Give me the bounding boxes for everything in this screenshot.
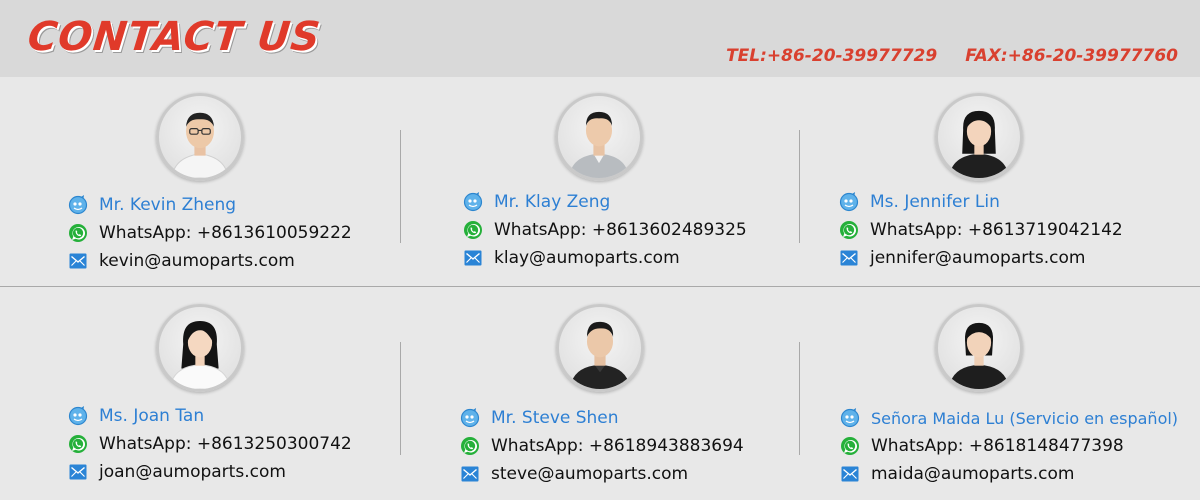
whatsapp-number[interactable]: WhatsApp: +8613602489325 — [494, 220, 747, 240]
phone-fax-line: TEL:+86-20-39977729 FAX:+86-20-39977760 — [726, 46, 1178, 66]
avatar-portrait — [570, 321, 630, 389]
header-bar: CONTACT US TEL:+86-20-39977729 FAX:+86-20… — [0, 0, 1200, 77]
whatsapp-number[interactable]: WhatsApp: +8618943883694 — [491, 436, 744, 456]
avatar — [555, 93, 643, 181]
email-row[interactable]: klay@aumoparts.com — [463, 248, 680, 268]
whatsapp-row[interactable]: WhatsApp: +8618148477398 — [840, 436, 1124, 456]
whatsapp-row[interactable]: WhatsApp: +8613610059222 — [68, 223, 352, 243]
row-divider — [0, 286, 1200, 287]
avatar-portrait — [949, 322, 1009, 389]
column-divider — [799, 342, 800, 455]
email-row[interactable]: jennifer@aumoparts.com — [839, 248, 1085, 268]
avatar-portrait — [569, 111, 629, 178]
avatar — [935, 93, 1023, 181]
contact-name-row: Mr. Klay Zeng — [463, 192, 610, 212]
avatar — [935, 304, 1023, 392]
envelope-icon — [460, 464, 480, 484]
page-title: CONTACT US — [25, 14, 324, 60]
email-row[interactable]: kevin@aumoparts.com — [68, 251, 295, 271]
whatsapp-row[interactable]: WhatsApp: +8613719042142 — [839, 220, 1123, 240]
contact-name: Mr. Steve Shen — [491, 408, 619, 428]
avatar-portrait — [169, 320, 231, 389]
whatsapp-row[interactable]: WhatsApp: +8618943883694 — [460, 436, 744, 456]
avatar — [556, 304, 644, 392]
tel-number: TEL:+86-20-39977729 — [726, 46, 938, 66]
whatsapp-row[interactable]: WhatsApp: +8613602489325 — [463, 220, 747, 240]
contact-name-row: Mr. Steve Shen — [460, 408, 619, 428]
avatar-portrait — [949, 110, 1009, 178]
email-address[interactable]: maida@aumoparts.com — [871, 464, 1075, 484]
avatar — [156, 93, 244, 181]
envelope-icon — [840, 464, 860, 484]
whatsapp-number[interactable]: WhatsApp: +8613250300742 — [99, 434, 352, 454]
whatsapp-icon — [68, 223, 88, 243]
email-row[interactable]: steve@aumoparts.com — [460, 464, 688, 484]
email-row[interactable]: maida@aumoparts.com — [840, 464, 1075, 484]
contact-name: Mr. Kevin Zheng — [99, 195, 237, 215]
contact-name: Señora Maida Lu (Servicio en español) — [871, 408, 1179, 428]
contact-name: Mr. Klay Zeng — [494, 192, 611, 212]
whatsapp-number[interactable]: WhatsApp: +8613719042142 — [870, 220, 1123, 240]
chat-bubble-icon — [68, 406, 88, 426]
contact-name-row: Ms. Joan Tan — [68, 406, 204, 426]
fax-number: FAX:+86-20-39977760 — [965, 46, 1178, 66]
whatsapp-number[interactable]: WhatsApp: +8618148477398 — [871, 436, 1124, 456]
chat-bubble-icon — [840, 408, 860, 428]
email-address[interactable]: klay@aumoparts.com — [494, 248, 680, 268]
email-row[interactable]: joan@aumoparts.com — [68, 462, 286, 482]
whatsapp-icon — [839, 220, 859, 240]
contact-name: Ms. Joan Tan — [99, 406, 205, 426]
envelope-icon — [68, 251, 88, 271]
avatar-portrait — [171, 112, 229, 178]
column-divider — [799, 130, 800, 243]
whatsapp-icon — [68, 434, 88, 454]
contact-name-row: Señora Maida Lu (Servicio en español) — [840, 408, 1178, 428]
whatsapp-row[interactable]: WhatsApp: +8613250300742 — [68, 434, 352, 454]
email-address[interactable]: steve@aumoparts.com — [491, 464, 688, 484]
whatsapp-icon — [840, 436, 860, 456]
whatsapp-icon — [463, 220, 483, 240]
whatsapp-number[interactable]: WhatsApp: +8613610059222 — [99, 223, 352, 243]
email-address[interactable]: kevin@aumoparts.com — [99, 251, 295, 271]
column-divider — [400, 342, 401, 455]
whatsapp-icon — [460, 436, 480, 456]
envelope-icon — [839, 248, 859, 268]
contact-name: Ms. Jennifer Lin — [870, 192, 1000, 212]
email-address[interactable]: jennifer@aumoparts.com — [870, 248, 1085, 268]
chat-bubble-icon — [839, 192, 859, 212]
chat-bubble-icon — [460, 408, 480, 428]
email-address[interactable]: joan@aumoparts.com — [99, 462, 286, 482]
envelope-icon — [68, 462, 88, 482]
column-divider — [400, 130, 401, 243]
chat-bubble-icon — [68, 195, 88, 215]
contact-name-row: Mr. Kevin Zheng — [68, 195, 236, 215]
envelope-icon — [463, 248, 483, 268]
chat-bubble-icon — [463, 192, 483, 212]
contact-name-row: Ms. Jennifer Lin — [839, 192, 1000, 212]
avatar — [156, 304, 244, 392]
